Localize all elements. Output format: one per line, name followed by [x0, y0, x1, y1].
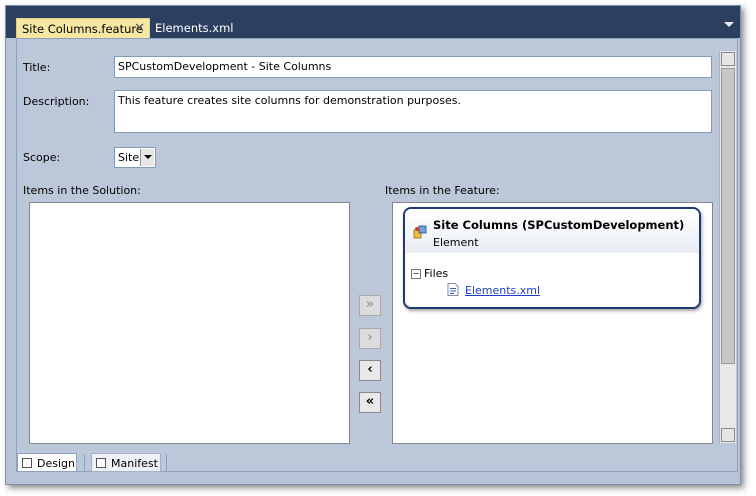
- add-button[interactable]: ›: [359, 328, 381, 349]
- feature-item-header: Site Columns (SPCustomDevelopment) Eleme…: [405, 209, 699, 253]
- design-view-icon: [22, 458, 32, 468]
- scope-label: Scope:: [23, 151, 61, 164]
- feature-item-title: Site Columns (SPCustomDevelopment): [433, 218, 685, 232]
- feature-item-card[interactable]: Site Columns (SPCustomDevelopment) Eleme…: [403, 207, 701, 309]
- xml-file-icon: [447, 283, 459, 296]
- feature-designer-window: Site Columns.feature ✕ Elements.xml Titl…: [5, 5, 741, 485]
- tab-design[interactable]: Design: [17, 453, 77, 472]
- dropdown-arrow-icon[interactable]: [724, 22, 734, 27]
- description-label: Description:: [23, 95, 90, 108]
- title-label: Title:: [23, 61, 51, 74]
- chevron-down-icon[interactable]: [140, 149, 154, 166]
- document-tabstrip: Site Columns.feature ✕ Elements.xml: [6, 6, 740, 38]
- description-field[interactable]: This feature creates site columns for de…: [114, 90, 712, 133]
- scroll-up-icon[interactable]: [721, 52, 735, 66]
- tab-manifest[interactable]: Manifest: [91, 453, 161, 472]
- solution-items-label: Items in the Solution:: [23, 184, 141, 197]
- tab-label: Elements.xml: [155, 21, 234, 35]
- scroll-thumb[interactable]: [721, 68, 735, 364]
- solution-items-list[interactable]: [29, 202, 350, 444]
- feature-items-label: Items in the Feature:: [385, 184, 500, 197]
- tab-label: Site Columns.feature: [22, 22, 143, 36]
- editor-scrollbar[interactable]: [719, 51, 736, 443]
- add-all-button[interactable]: »: [359, 295, 381, 316]
- tab-site-columns-feature[interactable]: Site Columns.feature ✕: [16, 18, 150, 38]
- feature-editor: Title: SPCustomDevelopment - Site Column…: [16, 38, 738, 472]
- feature-item-type: Element: [433, 236, 479, 249]
- design-tab-label: Design: [37, 457, 75, 470]
- close-icon[interactable]: ✕: [134, 19, 145, 39]
- tab-divider: [84, 454, 85, 471]
- scope-select[interactable]: Site: [114, 147, 156, 168]
- tab-elements-xml[interactable]: Elements.xml: [150, 18, 240, 38]
- collapse-icon[interactable]: −: [411, 269, 421, 279]
- manifest-view-icon: [96, 458, 106, 468]
- elements-xml-link[interactable]: Elements.xml: [465, 284, 540, 297]
- manifest-tab-label: Manifest: [111, 457, 158, 470]
- scroll-down-icon[interactable]: [721, 428, 735, 442]
- scope-value: Site: [118, 151, 140, 164]
- tab-divider: [166, 454, 167, 471]
- title-field[interactable]: SPCustomDevelopment - Site Columns: [114, 56, 712, 78]
- files-label: Files: [424, 267, 449, 280]
- remove-button[interactable]: ‹: [359, 360, 381, 381]
- view-tabs: Design Manifest: [16, 452, 736, 478]
- remove-all-button[interactable]: «: [359, 392, 381, 413]
- element-icon: [413, 225, 427, 239]
- title-value: SPCustomDevelopment - Site Columns: [118, 60, 332, 73]
- description-value: This feature creates site columns for de…: [118, 94, 461, 107]
